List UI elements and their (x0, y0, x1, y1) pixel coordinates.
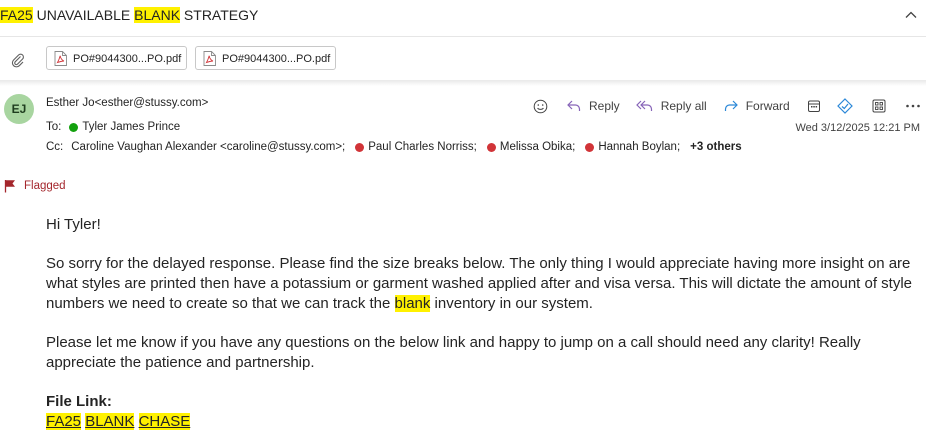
reply-all-label: Reply all (660, 99, 707, 113)
link-word[interactable]: BLANK (85, 413, 135, 430)
avatar[interactable]: EJ (4, 94, 34, 124)
calendar-icon (807, 100, 820, 112)
message-body: Hi Tyler! So sorry for the delayed respo… (46, 215, 918, 432)
cc-recipient[interactable]: Hannah Boylan; (598, 141, 680, 153)
reply-button[interactable]: Reply (566, 99, 620, 113)
more-actions-button[interactable] (903, 96, 923, 116)
collapse-button[interactable] (902, 6, 920, 24)
reply-all-button[interactable]: Reply all (635, 99, 707, 113)
pdf-file-icon (203, 51, 216, 66)
subject-text: UNAVAILABLE (32, 7, 135, 23)
more-recipients-link[interactable]: +3 others (690, 141, 741, 153)
link-word[interactable]: FA25 (46, 413, 82, 430)
chevron-up-icon (905, 11, 917, 18)
presence-available-icon (69, 122, 79, 132)
subject-highlight: BLANK (134, 7, 181, 23)
body-text: inventory in our system. (430, 295, 593, 312)
cc-row: Cc: Caroline Vaughan Alexander <caroline… (46, 141, 742, 153)
to-label: To: (46, 121, 62, 133)
flag-label: Flagged (24, 180, 66, 192)
subject-bar: FA25 UNAVAILABLE BLANK STRATEGY (0, 0, 926, 32)
presence-busy-icon (585, 142, 595, 152)
body-paragraph: So sorry for the delayed response. Pleas… (46, 254, 918, 314)
attachment-item[interactable]: PO#9044300...PO.pdf (195, 46, 336, 70)
link-word[interactable]: CHASE (138, 413, 191, 430)
subject-title: FA25 UNAVAILABLE BLANK STRATEGY (0, 7, 258, 23)
divider (0, 80, 926, 86)
cc-recipient[interactable]: Paul Charles Norriss; (368, 141, 477, 153)
reply-all-icon (635, 100, 652, 111)
add-in-diamond-icon (836, 98, 853, 114)
presence-busy-icon (355, 142, 365, 152)
react-button[interactable] (530, 96, 550, 116)
body-paragraph: Please let me know if you have any quest… (46, 334, 861, 371)
sent-date: Wed 3/12/2025 12:21 PM (795, 122, 920, 134)
cc-label: Cc: (46, 141, 64, 153)
attachment-name: PO#9044300...PO.pdf (222, 53, 331, 65)
pdf-file-icon (54, 51, 67, 66)
attachment-bar: PO#9044300...PO.pdf PO#9044300...PO.pdf (0, 36, 926, 81)
reply-label: Reply (589, 99, 620, 113)
file-link[interactable]: FA25 BLANK CHASE (46, 412, 918, 432)
forward-button[interactable]: Forward (723, 99, 790, 113)
recipient-name[interactable]: Tyler James Prince (82, 121, 180, 133)
attachment-name: PO#9044300...PO.pdf (73, 53, 182, 65)
sender-name[interactable]: Esther Jo<esther@stussy.com> (46, 97, 208, 109)
flag-icon (4, 180, 15, 193)
apps-button[interactable] (869, 96, 889, 116)
presence-busy-icon (486, 142, 496, 152)
attachment-item[interactable]: PO#9044300...PO.pdf (46, 46, 187, 70)
add-in-button[interactable] (835, 96, 855, 116)
subject-highlight: FA25 (0, 7, 33, 23)
highlighted-word: blank (394, 295, 431, 312)
to-row: To: Tyler James Prince (46, 121, 180, 133)
forward-icon (724, 100, 738, 111)
paperclip-icon (11, 53, 24, 68)
more-horizontal-icon (905, 104, 920, 108)
reply-icon (567, 100, 581, 111)
calendar-button[interactable] (804, 96, 824, 116)
apps-grid-icon (872, 99, 886, 113)
cc-recipient[interactable]: Caroline Vaughan Alexander <caroline@stu… (71, 141, 345, 153)
message-actions: Reply Reply all Forward (530, 96, 923, 116)
forward-label: Forward (745, 99, 790, 113)
subject-text: STRATEGY (180, 7, 259, 23)
file-link-label: File Link: (46, 393, 112, 410)
greeting: Hi Tyler! (46, 216, 101, 233)
emoji-icon (533, 99, 547, 113)
cc-recipient[interactable]: Melissa Obika; (500, 141, 575, 153)
flag-status[interactable]: Flagged (4, 179, 66, 193)
